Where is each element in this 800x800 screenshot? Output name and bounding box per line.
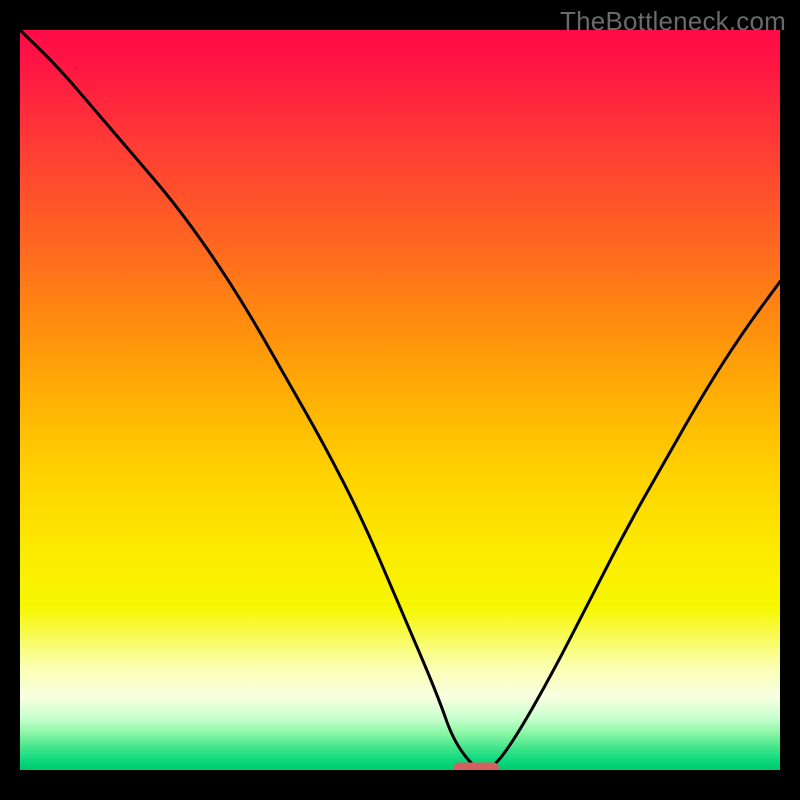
bottleneck-curve	[20, 30, 780, 770]
chart-frame: TheBottleneck.com	[0, 0, 800, 800]
plot-area	[20, 30, 780, 770]
optimal-marker	[453, 763, 499, 771]
curve-layer	[20, 30, 780, 770]
watermark-text: TheBottleneck.com	[560, 6, 786, 37]
